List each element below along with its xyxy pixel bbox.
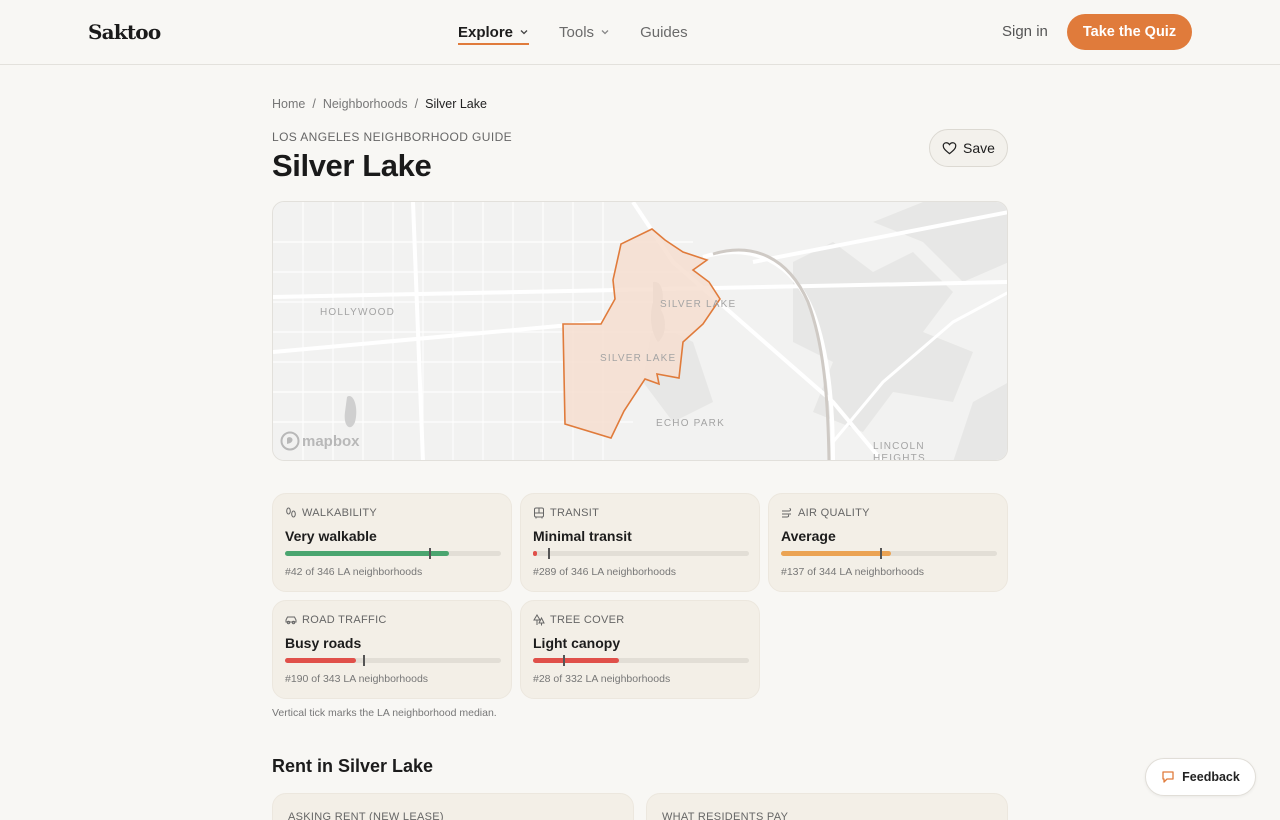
site-header: Saktoo Explore Tools Guides Sign in Take…	[0, 0, 1280, 65]
rent-card-label: ASKING RENT (NEW LEASE)	[288, 811, 444, 820]
mapbox-wordmark: mapbox	[302, 432, 360, 450]
metric-rank: #137 of 344 LA neighborhoods	[781, 566, 925, 578]
metric-rank: #190 of 343 LA neighborhoods	[285, 673, 429, 685]
rent-section-title: Rent in Silver Lake	[272, 756, 434, 776]
save-button-label: Save	[963, 140, 995, 156]
car-icon	[285, 616, 297, 625]
metric-median-tick	[880, 548, 882, 559]
metric-value: Minimal transit	[533, 528, 632, 544]
footsteps-icon	[286, 507, 296, 518]
breadcrumb: Home / Neighborhoods / Silver Lake	[272, 97, 487, 111]
page-eyebrow: LOS ANGELES NEIGHBORHOOD GUIDE	[272, 130, 513, 144]
metric-rank: #42 of 346 LA neighborhoods	[285, 566, 423, 578]
rent-card-residents: WHAT RESIDENTS PAY	[646, 793, 1008, 820]
nav-explore[interactable]: Explore	[458, 0, 530, 64]
metric-card-road-traffic: ROAD TRAFFIC Busy roads #190 of 343 LA n…	[272, 600, 512, 699]
metric-category: AIR QUALITY	[781, 507, 870, 519]
page-title: Silver Lake	[272, 148, 432, 183]
wind-icon	[782, 508, 792, 518]
nav-tools-label: Tools	[559, 23, 595, 41]
breadcrumb-separator: /	[414, 97, 419, 111]
breadcrumb-neighborhoods[interactable]: Neighborhoods	[323, 97, 408, 111]
breadcrumb-current: Silver Lake	[425, 97, 487, 111]
metric-category: TREE COVER	[533, 614, 625, 626]
metric-category-label: ROAD TRAFFIC	[302, 614, 387, 626]
metric-value: Busy roads	[285, 635, 362, 651]
metric-card-air-quality: AIR QUALITY Average #137 of 344 LA neigh…	[768, 493, 1008, 592]
map-canvas	[273, 202, 1007, 460]
metric-bar-fill	[285, 551, 449, 556]
metric-category-label: TRANSIT	[550, 507, 600, 519]
mapbox-attribution[interactable]: mapbox	[280, 431, 360, 451]
metric-value: Light canopy	[533, 635, 621, 651]
metric-bar	[285, 655, 501, 666]
rent-card-label: WHAT RESIDENTS PAY	[662, 811, 789, 820]
metric-value: Average	[781, 528, 836, 544]
metric-rank: #28 of 332 LA neighborhoods	[533, 673, 671, 685]
feedback-label: Feedback	[1182, 770, 1240, 784]
metric-category-label: WALKABILITY	[302, 507, 378, 519]
feedback-button[interactable]: Feedback	[1145, 758, 1256, 796]
neighborhood-map[interactable]: HOLLYWOOD SILVER LAKE SILVER LAKE ECHO P…	[272, 201, 1008, 461]
map-label-silver-lake-center: SILVER LAKE	[600, 353, 677, 364]
map-label-lincoln-heights-1: LINCOLN	[873, 441, 925, 452]
metric-bar	[781, 548, 997, 559]
site-logo[interactable]: Saktoo	[88, 20, 161, 44]
metric-card-tree-cover: TREE COVER Light canopy #28 of 332 LA ne…	[520, 600, 760, 699]
metric-bar-fill	[533, 658, 619, 663]
mapbox-logo-icon	[280, 431, 300, 451]
breadcrumb-home[interactable]: Home	[272, 97, 305, 111]
main-nav: Explore Tools Guides	[458, 0, 688, 64]
metric-category: TRANSIT	[533, 507, 599, 519]
trees-icon	[533, 614, 545, 626]
median-note: Vertical tick marks the LA neighborhood …	[272, 707, 497, 719]
metric-median-tick	[429, 548, 431, 559]
map-label-lincoln-heights-2: HEIGHTS	[873, 453, 926, 461]
nav-tools[interactable]: Tools	[559, 0, 610, 64]
rent-card-asking: ASKING RENT (NEW LEASE)	[272, 793, 634, 820]
metric-bar-fill	[533, 551, 537, 556]
take-quiz-button[interactable]: Take the Quiz	[1067, 14, 1192, 50]
metric-bar-fill	[285, 658, 356, 663]
map-label-hollywood: HOLLYWOOD	[320, 307, 396, 318]
metric-bar	[285, 548, 501, 559]
nav-guides[interactable]: Guides	[640, 0, 688, 64]
metric-category: WALKABILITY	[285, 507, 377, 519]
chevron-down-icon	[601, 30, 609, 35]
metric-bar	[533, 655, 749, 666]
chevron-down-icon	[520, 30, 528, 35]
metric-median-tick	[548, 548, 550, 559]
nav-explore-label: Explore	[458, 23, 514, 41]
map-label-echo-park: ECHO PARK	[656, 418, 725, 429]
chat-bubble-icon	[1162, 771, 1174, 783]
metric-card-transit: TRANSIT Minimal transit #289 of 346 LA n…	[520, 493, 760, 592]
metric-bar-fill	[781, 551, 891, 556]
nav-guides-label: Guides	[640, 23, 688, 41]
breadcrumb-separator: /	[312, 97, 316, 111]
metric-category-label: TREE COVER	[550, 614, 625, 626]
metric-category-label: AIR QUALITY	[798, 507, 870, 519]
metric-rank: #289 of 346 LA neighborhoods	[533, 566, 677, 578]
save-button[interactable]: Save	[929, 129, 1008, 167]
heart-icon	[942, 142, 957, 155]
metric-bar	[533, 548, 749, 559]
metric-category: ROAD TRAFFIC	[285, 614, 387, 626]
map-label-silver-lake: SILVER LAKE	[660, 299, 737, 310]
bus-icon	[534, 507, 544, 519]
sign-in-link[interactable]: Sign in	[1002, 23, 1048, 40]
metric-median-tick	[363, 655, 365, 666]
metric-value: Very walkable	[285, 528, 377, 544]
metric-median-tick	[563, 655, 565, 666]
metric-card-walkability: WALKABILITY Very walkable #42 of 346 LA …	[272, 493, 512, 592]
